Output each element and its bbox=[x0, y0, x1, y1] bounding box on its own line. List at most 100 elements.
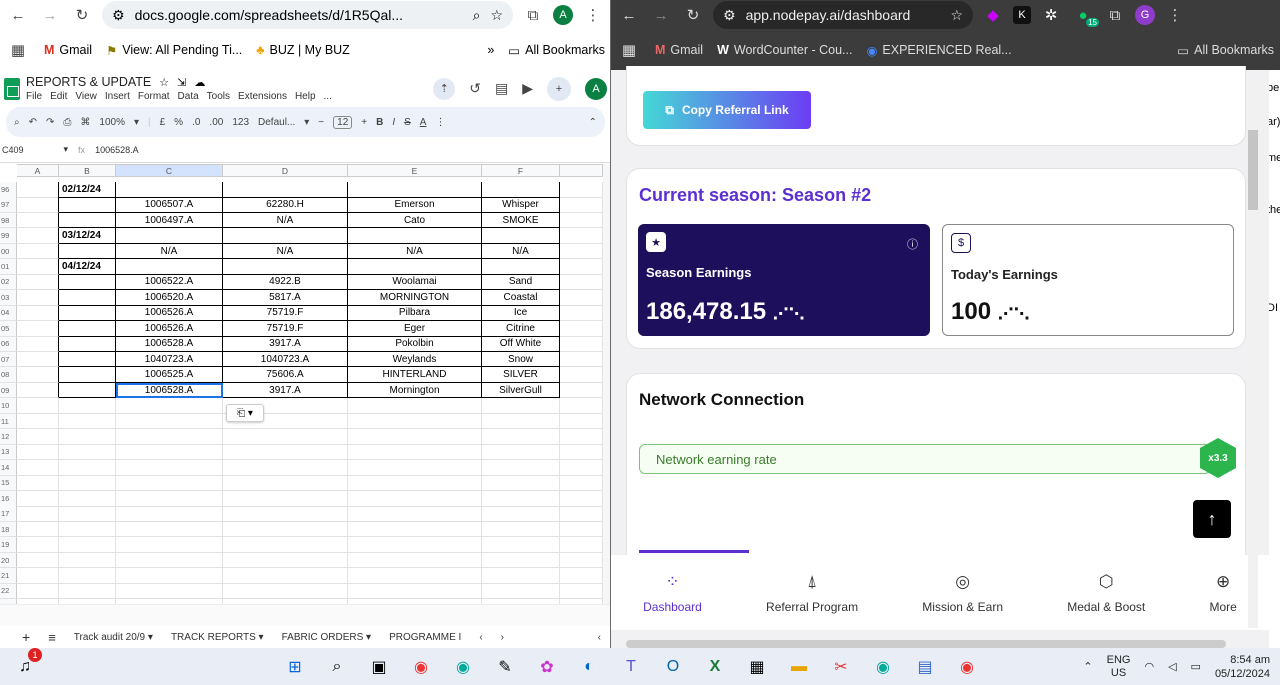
table-cell[interactable] bbox=[17, 460, 59, 476]
table-cell[interactable]: 1006525.A bbox=[116, 367, 223, 383]
table-cell[interactable] bbox=[17, 398, 59, 414]
menu-tools[interactable]: Tools bbox=[207, 91, 230, 102]
table-cell[interactable] bbox=[560, 398, 603, 414]
scroll-top-button[interactable]: ↑ bbox=[1193, 500, 1231, 538]
table-cell[interactable] bbox=[17, 583, 59, 600]
text-color-button[interactable]: A bbox=[420, 117, 427, 128]
table-cell[interactable]: N/A bbox=[482, 243, 560, 260]
extensions-icon-right[interactable]: ⧉ bbox=[1103, 3, 1127, 27]
table-cell[interactable]: Pilbara bbox=[348, 305, 482, 322]
bookmark-gmail[interactable]: M Gmail bbox=[44, 43, 92, 57]
table-cell[interactable] bbox=[560, 475, 603, 492]
chrome-profile2-icon[interactable]: ◉ bbox=[868, 652, 898, 682]
table-cell[interactable] bbox=[482, 568, 560, 584]
table-cell[interactable] bbox=[482, 444, 560, 461]
zoom-chevron-icon[interactable]: ▾ bbox=[134, 117, 139, 128]
table-cell[interactable] bbox=[59, 351, 116, 368]
volume-icon[interactable]: ◁ bbox=[1168, 660, 1176, 673]
table-cell[interactable] bbox=[59, 429, 116, 445]
row-number[interactable]: 96 bbox=[0, 182, 17, 198]
row-number[interactable]: 13 bbox=[0, 444, 17, 461]
table-cell[interactable] bbox=[116, 460, 223, 476]
table-cell[interactable] bbox=[560, 583, 603, 600]
table-cell[interactable]: Mornington bbox=[348, 382, 482, 399]
table-cell[interactable] bbox=[348, 552, 482, 569]
wifi-icon[interactable]: ◠ bbox=[1144, 660, 1154, 673]
menu-format[interactable]: Format bbox=[138, 91, 170, 102]
menu-extensions[interactable]: Extensions bbox=[238, 91, 287, 102]
notepad-icon[interactable]: ▤ bbox=[910, 652, 940, 682]
collapse-toolbar-icon[interactable]: ⌃ bbox=[589, 117, 597, 128]
star-icon[interactable]: ☆ bbox=[159, 76, 169, 89]
table-cell[interactable] bbox=[17, 552, 59, 569]
table-cell[interactable] bbox=[223, 583, 348, 600]
tab-fabric-orders[interactable]: FABRIC ORDERS ▾ bbox=[282, 632, 372, 643]
menu-kebab-icon-right[interactable]: ⋮ bbox=[1163, 3, 1187, 27]
table-cell[interactable] bbox=[17, 243, 59, 260]
edge-icon[interactable]: ◐ bbox=[574, 652, 604, 682]
table-cell[interactable] bbox=[17, 382, 59, 399]
row-number[interactable]: 15 bbox=[0, 475, 17, 492]
nav-mission[interactable]: ◎ Mission & Earn bbox=[922, 572, 1003, 614]
row-number[interactable]: 14 bbox=[0, 460, 17, 476]
table-cell[interactable] bbox=[17, 521, 59, 538]
tray-overflow-icon[interactable]: ⌃ bbox=[1083, 660, 1092, 673]
table-cell[interactable] bbox=[17, 212, 59, 229]
row-number[interactable]: 12 bbox=[0, 429, 17, 445]
all-sheets-icon[interactable]: ≡ bbox=[48, 630, 56, 645]
table-cell[interactable]: Cato bbox=[348, 212, 482, 229]
table-cell[interactable]: SILVER bbox=[482, 367, 560, 383]
table-cell[interactable] bbox=[560, 212, 603, 229]
search-menus-icon[interactable]: ⌕ bbox=[14, 117, 20, 128]
table-cell[interactable] bbox=[560, 197, 603, 213]
tab-track-reports[interactable]: TRACK REPORTS ▾ bbox=[171, 632, 264, 643]
table-cell[interactable] bbox=[560, 460, 603, 476]
table-cell[interactable] bbox=[59, 398, 116, 414]
table-cell[interactable] bbox=[59, 552, 116, 569]
table-cell[interactable]: Off White bbox=[482, 336, 560, 352]
share-icon[interactable]: + bbox=[547, 76, 571, 101]
table-cell[interactable]: 5817.A bbox=[223, 290, 348, 306]
row-number[interactable]: 99 bbox=[0, 228, 17, 244]
table-cell[interactable] bbox=[560, 429, 603, 445]
table-cell[interactable]: Woolamai bbox=[348, 274, 482, 291]
more-bookmarks-icon[interactable]: » bbox=[487, 43, 494, 57]
font-size-decrease-icon[interactable]: − bbox=[318, 117, 324, 128]
table-cell[interactable] bbox=[59, 521, 116, 538]
menu-edit[interactable]: Edit bbox=[50, 91, 67, 102]
apps-grid-icon-right[interactable]: ▦ bbox=[617, 38, 641, 62]
row-number[interactable]: 02 bbox=[0, 274, 17, 291]
column-header[interactable]: B bbox=[59, 164, 116, 177]
table-cell[interactable] bbox=[59, 243, 116, 260]
table-cell[interactable]: Weylands bbox=[348, 351, 482, 368]
column-header[interactable]: E bbox=[348, 164, 482, 177]
table-cell[interactable] bbox=[59, 197, 116, 213]
table-cell[interactable]: N/A bbox=[223, 212, 348, 229]
table-cell[interactable] bbox=[348, 506, 482, 522]
table-cell[interactable]: SilverGull bbox=[482, 382, 560, 399]
table-cell[interactable] bbox=[17, 491, 59, 507]
number-format-button[interactable]: 123 bbox=[232, 117, 249, 128]
row-number[interactable]: 18 bbox=[0, 521, 17, 538]
row-number[interactable]: 06 bbox=[0, 336, 17, 352]
currency-button[interactable]: £ bbox=[160, 117, 166, 128]
table-cell[interactable] bbox=[116, 506, 223, 522]
nav-medal[interactable]: ⬡ Medal & Boost bbox=[1067, 572, 1145, 614]
column-header[interactable]: C bbox=[116, 164, 223, 177]
table-cell[interactable]: 1006526.A bbox=[116, 321, 223, 337]
decrease-decimal-button[interactable]: .0 bbox=[192, 117, 200, 128]
site-info-icon-right[interactable]: ⚙ bbox=[723, 7, 736, 24]
spreadsheet-grid[interactable]: A B C D E F 96 02/12/24 97 1006507.A 62280.H Emerso… bbox=[0, 164, 603, 604]
table-cell[interactable]: N/A bbox=[116, 243, 223, 260]
table-cell[interactable] bbox=[116, 568, 223, 584]
table-cell[interactable] bbox=[116, 552, 223, 569]
zoom-icon[interactable]: ⌕ bbox=[473, 7, 481, 24]
table-cell[interactable] bbox=[17, 367, 59, 383]
menu-insert[interactable]: Insert bbox=[105, 91, 130, 102]
table-cell[interactable] bbox=[17, 182, 59, 198]
italic-button[interactable]: I bbox=[392, 117, 395, 128]
table-cell[interactable] bbox=[116, 475, 223, 492]
row-number[interactable]: 21 bbox=[0, 568, 17, 584]
table-cell[interactable] bbox=[116, 444, 223, 461]
profile-avatar-right[interactable]: G bbox=[1135, 5, 1155, 25]
